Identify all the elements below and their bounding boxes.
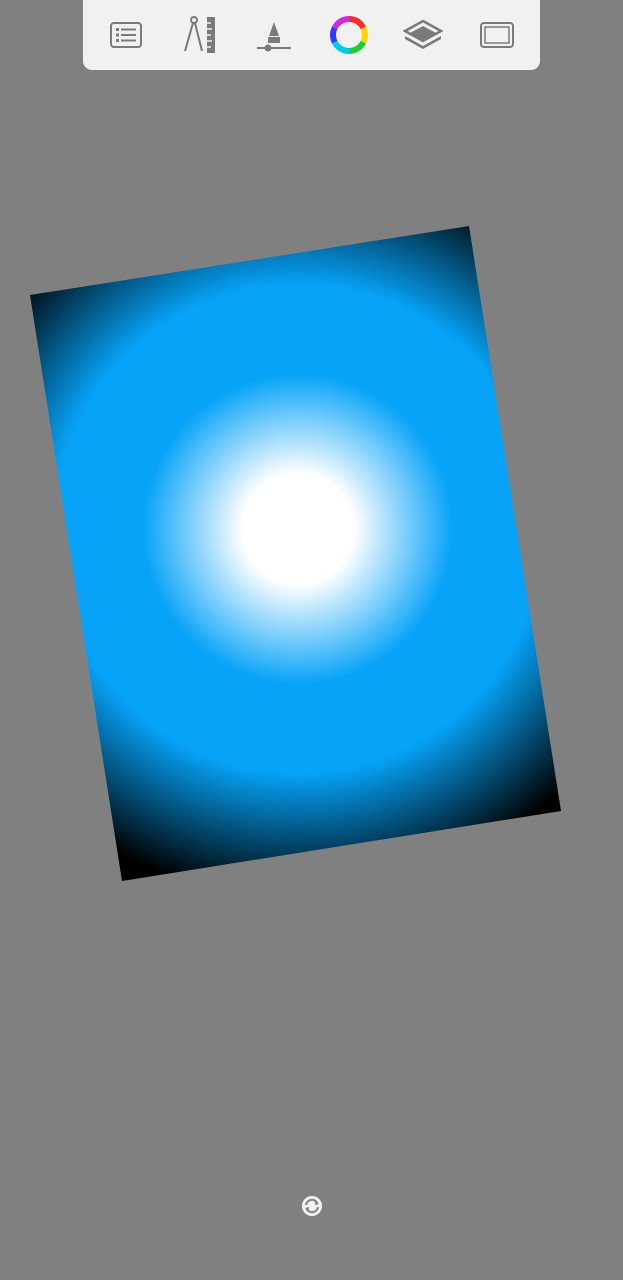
fullscreen-button[interactable]	[469, 7, 525, 63]
drawing-canvas[interactable]	[0, 0, 623, 1280]
layers-button[interactable]	[395, 7, 451, 63]
menu-list-button[interactable]	[98, 7, 154, 63]
canvas-rotate-reset-button[interactable]	[300, 1194, 324, 1218]
layers-icon	[402, 19, 443, 49]
rotate-reset-icon	[302, 1196, 322, 1216]
brush-size-icon	[257, 22, 292, 52]
top-toolbar	[83, 0, 540, 70]
list-icon	[110, 22, 143, 48]
canvas-surface[interactable]	[30, 226, 561, 881]
color-wheel-icon	[329, 16, 368, 55]
ruler-compass-icon	[184, 16, 216, 53]
fullscreen-frame-icon	[479, 22, 514, 48]
color-picker-button[interactable]	[321, 7, 377, 63]
brush-properties-button[interactable]	[246, 7, 302, 63]
ruler-tools-button[interactable]	[172, 7, 228, 63]
